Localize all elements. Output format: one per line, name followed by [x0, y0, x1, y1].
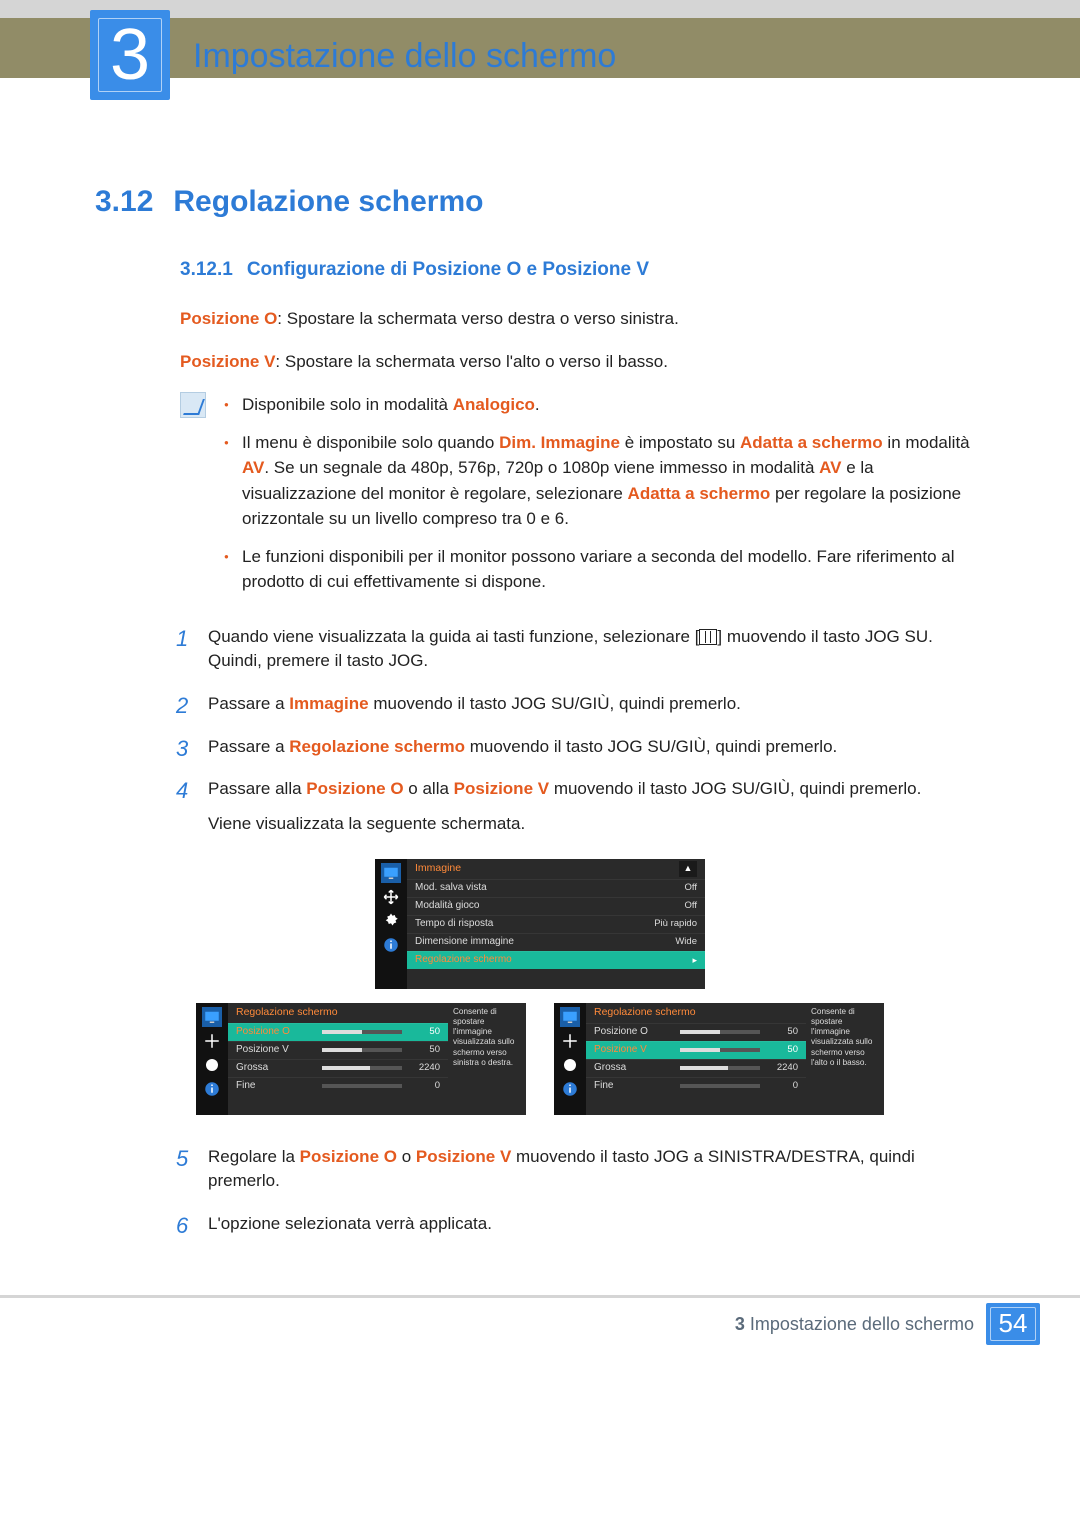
- monitor-icon: [560, 1007, 580, 1027]
- osd-screenshot-left: Regolazione schermo Posizione O 50 Posiz…: [196, 1003, 526, 1115]
- osd-row-selected: Posizione V 50: [586, 1041, 806, 1059]
- osd-screenshot-top: Immagine ▲ Mod. salva vistaOff Modalità …: [95, 859, 985, 989]
- osd-sidebar: [375, 859, 407, 989]
- note-icon: [180, 392, 206, 418]
- monitor-icon: [381, 863, 401, 883]
- note-item: Disponibile solo in modalità Analogico.: [220, 392, 985, 418]
- definition-position-o: Posizione O: Spostare la schermata verso…: [180, 307, 985, 332]
- up-arrow-icon: ▲: [679, 861, 697, 877]
- chapter-number-badge: 3: [90, 10, 170, 100]
- definition-position-v: Posizione V: Spostare la schermata verso…: [180, 350, 985, 375]
- gear-icon: [560, 1055, 580, 1075]
- subsection-title: 3.12.1Configurazione di Posizione O e Po…: [180, 256, 985, 284]
- osd-row-selected: Regolazione schermo ▸: [407, 951, 705, 969]
- info-icon: [202, 1079, 222, 1099]
- osd-screenshot-right: Regolazione schermo Posizione O50 Posizi…: [554, 1003, 884, 1115]
- page-footer: 3 Impostazione dello schermo 54: [0, 1295, 1080, 1353]
- gear-icon: [381, 911, 401, 931]
- info-icon: [381, 935, 401, 955]
- chapter-number: 3: [110, 3, 150, 107]
- move-icon: [202, 1031, 222, 1051]
- footer-label: 3 Impostazione dello schermo: [735, 1311, 974, 1337]
- step-item: 1 Quando viene visualizzata la guida ai …: [180, 625, 985, 674]
- steps-list: 1 Quando viene visualizzata la guida ai …: [180, 625, 985, 837]
- note-item: Le funzioni disponibili per il monitor p…: [220, 544, 985, 595]
- section-title: 3.12Regolazione schermo: [95, 180, 985, 224]
- osd-tooltip: Consente di spostare l'immagine visualiz…: [806, 1003, 884, 1115]
- info-icon: [560, 1079, 580, 1099]
- move-icon: [381, 887, 401, 907]
- osd-panel: Immagine ▲ Mod. salva vistaOff Modalità …: [407, 859, 705, 989]
- subsection-number: 3.12.1: [180, 259, 233, 280]
- menu-icon: [699, 629, 717, 645]
- monitor-icon: [202, 1007, 222, 1027]
- move-icon: [560, 1031, 580, 1051]
- chapter-header: 3 Impostazione dello schermo: [0, 0, 1080, 120]
- osd-header: Immagine ▲: [407, 859, 705, 879]
- note-block: Disponibile solo in modalità Analogico. …: [180, 392, 985, 607]
- section-number: 3.12: [95, 185, 153, 218]
- osd-tooltip: Consente di spostare l'immagine visualiz…: [448, 1003, 526, 1115]
- note-list: Disponibile solo in modalità Analogico. …: [220, 392, 985, 607]
- step-item: 2 Passare a Immagine muovendo il tasto J…: [180, 692, 985, 717]
- step-item: 6 L'opzione selezionata verrà applicata.: [180, 1212, 985, 1237]
- step-item: 4 Passare alla Posizione O o alla Posizi…: [180, 777, 985, 836]
- page-number: 54: [986, 1303, 1040, 1345]
- chevron-right-icon: ▸: [685, 954, 697, 967]
- step-item: 3 Passare a Regolazione schermo muovendo…: [180, 735, 985, 760]
- chapter-title: Impostazione dello schermo: [193, 32, 616, 81]
- osd-screenshot-pair: Regolazione schermo Posizione O 50 Posiz…: [95, 1003, 985, 1115]
- osd-row-selected: Posizione O 50: [228, 1023, 448, 1041]
- steps-list-cont: 5 Regolare la Posizione O o Posizione V …: [180, 1145, 985, 1237]
- gear-icon: [202, 1055, 222, 1075]
- step-item: 5 Regolare la Posizione O o Posizione V …: [180, 1145, 985, 1194]
- note-item: Il menu è disponibile solo quando Dim. I…: [220, 430, 985, 532]
